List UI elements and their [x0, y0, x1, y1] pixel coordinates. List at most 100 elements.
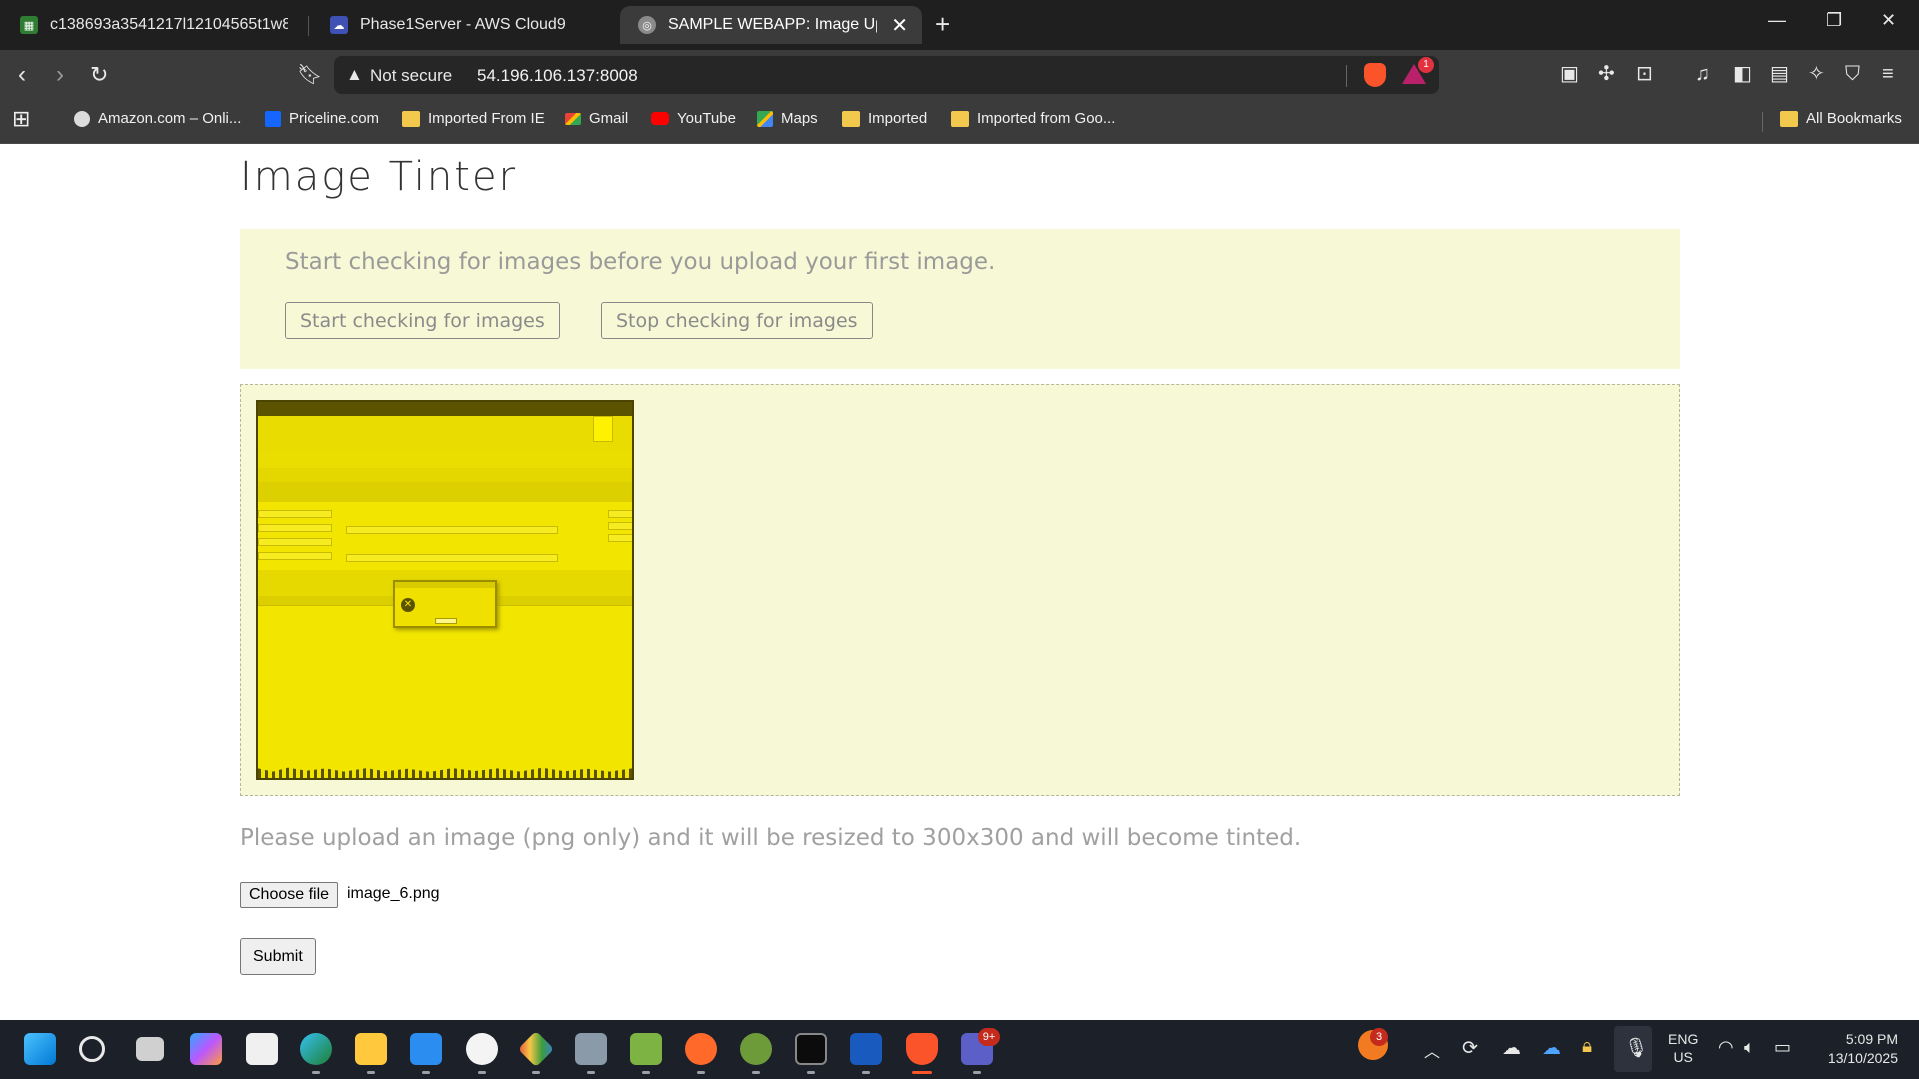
cloud-warning-icon[interactable]: ☁ — [1502, 1037, 1521, 1060]
volume-icon[interactable]: 🔈︎ — [1744, 1037, 1755, 1058]
brave-taskbar-icon[interactable] — [906, 1033, 938, 1065]
turtle-app-icon[interactable] — [740, 1033, 772, 1065]
sidebar-icon[interactable]: ◧ — [1733, 63, 1752, 85]
reader-icon[interactable]: ⊡ — [1636, 63, 1653, 85]
start-checking-button[interactable]: Start checking for images — [285, 302, 560, 339]
running-indicator — [862, 1071, 870, 1074]
bookmark-label: Gmail — [589, 110, 629, 127]
restore-icon[interactable]: ❐ — [1826, 10, 1842, 31]
postman-icon[interactable] — [685, 1033, 717, 1065]
task-view-icon[interactable] — [136, 1037, 164, 1061]
minimize-icon[interactable]: — — [1768, 10, 1786, 31]
thumb-field — [258, 538, 332, 546]
choose-file-button[interactable]: Choose file — [240, 882, 339, 908]
taskbar: 9+ 3 ︿ ⟳ ☁ ☁ 🔒︎ 🎙︎ ENG US ◠ 🔈︎ ▭ 5:09 PM… — [0, 1020, 1919, 1079]
address-divider — [1346, 65, 1347, 87]
page-title: Image Tinter — [240, 154, 518, 200]
youtube-icon — [651, 112, 669, 125]
tab-c138693[interactable]: ▦ c138693a3541217l12104565t1w8002 — [2, 6, 302, 44]
git-tool-icon[interactable] — [517, 1030, 555, 1068]
search-icon[interactable] — [79, 1036, 105, 1062]
leo-ai-icon[interactable]: ✧ — [1808, 63, 1825, 85]
extensions-icon[interactable]: ✣ — [1598, 63, 1615, 85]
close-tab-icon[interactable]: ✕ — [891, 13, 908, 38]
menu-icon[interactable]: ≡ — [1882, 63, 1894, 85]
thumb-field — [258, 552, 332, 560]
running-indicator — [642, 1071, 650, 1074]
clock-time: 5:09 PM — [1845, 1031, 1898, 1047]
wifi-icon[interactable]: ◠ — [1718, 1037, 1734, 1058]
thumb-band — [258, 482, 632, 502]
apps-grid-icon[interactable]: ⊞ — [12, 106, 30, 132]
bookmark-youtube[interactable]: YouTube — [651, 110, 736, 127]
extension-agent-icon[interactable]: ▣ — [1560, 63, 1579, 85]
thumb-dialog-title — [395, 582, 495, 588]
bookmark-imported-from-google[interactable]: Imported from Goo... — [951, 110, 1115, 127]
thumb-toolbar — [258, 416, 632, 452]
edge-icon[interactable] — [300, 1033, 332, 1065]
word-icon[interactable] — [850, 1033, 882, 1065]
reload-icon[interactable]: ↻ — [90, 62, 108, 88]
address-bar[interactable]: ▲ Not secure 54.196.106.137:8008 1 — [334, 56, 1439, 94]
toolbar: ‹ › ↻ 🔖︎ ▲ Not secure 54.196.106.137:800… — [0, 50, 1919, 100]
tab-title: SAMPLE WEBAPP: Image Upload — [668, 16, 877, 33]
bookmarks-divider — [1762, 112, 1763, 132]
app-window-icon[interactable] — [575, 1033, 607, 1065]
bookmark-amazon[interactable]: Amazon.com – Onli... — [74, 110, 241, 127]
new-tab-icon[interactable]: + — [935, 10, 950, 38]
folder-icon — [402, 110, 420, 127]
stop-checking-button[interactable]: Stop checking for images — [601, 302, 873, 339]
bookmark-maps[interactable]: Maps — [757, 110, 818, 127]
warning-icon[interactable]: ▲ — [346, 65, 363, 85]
bookmark-imported-from-ie[interactable]: Imported From IE — [402, 110, 545, 127]
show-hidden-icons-chevron-up-icon[interactable]: ︿ — [1424, 1038, 1440, 1062]
folder-icon — [842, 110, 860, 127]
language-indicator[interactable]: ENG US — [1668, 1030, 1698, 1066]
all-bookmarks[interactable]: All Bookmarks — [1780, 110, 1902, 127]
globe-icon — [74, 110, 90, 127]
bookmark-icon[interactable]: 🔖︎ — [297, 62, 322, 88]
teams-badge: 9+ — [978, 1028, 1000, 1046]
running-indicator — [697, 1071, 705, 1074]
bookmark-priceline[interactable]: Priceline.com — [265, 110, 379, 127]
notepad-icon[interactable] — [410, 1033, 442, 1065]
bookmarks-bar: ⊞ Amazon.com – Onli... Priceline.com Imp… — [0, 100, 1919, 144]
cloud9-favicon-icon: ☁ — [330, 16, 348, 34]
maps-icon — [757, 110, 773, 127]
clock[interactable]: 5:09 PM 13/10/2025 — [1818, 1030, 1898, 1068]
notification-badge: 3 — [1370, 1028, 1388, 1046]
forward-icon[interactable]: › — [56, 62, 64, 88]
back-icon[interactable]: ‹ — [18, 62, 26, 88]
start-windows-icon[interactable] — [24, 1033, 56, 1065]
security-lock-icon[interactable]: 🔒︎ — [1582, 1036, 1592, 1058]
bookmark-imported[interactable]: Imported — [842, 110, 927, 127]
running-indicator — [312, 1071, 320, 1074]
submit-button[interactable]: Submit — [240, 938, 316, 975]
vpn-shield-icon[interactable]: ⛉ — [1845, 63, 1860, 85]
security-label[interactable]: Not secure — [370, 66, 452, 86]
file-explorer-icon[interactable] — [355, 1033, 387, 1065]
tab-title: c138693a3541217l12104565t1w8002 — [50, 16, 288, 33]
url-text[interactable]: 54.196.106.137:8008 — [477, 66, 638, 86]
terminal-icon[interactable] — [795, 1033, 827, 1065]
running-indicator — [367, 1071, 375, 1074]
tab-sample-webapp[interactable]: ◎ SAMPLE WEBAPP: Image Upload ✕ — [620, 6, 922, 44]
tinted-image-thumbnail[interactable]: ✕ — [256, 400, 634, 780]
image-editor-icon[interactable] — [630, 1033, 662, 1065]
media-icon[interactable]: ♫ — [1695, 63, 1710, 85]
bookmark-gmail[interactable]: Gmail — [565, 110, 628, 127]
microphone-muted-icon[interactable]: 🎙︎ — [1624, 1036, 1648, 1060]
bookmark-label: Priceline.com — [289, 110, 380, 127]
pgadmin-icon[interactable] — [466, 1033, 498, 1065]
store-icon[interactable] — [246, 1033, 278, 1065]
wallet-icon[interactable]: ▤ — [1770, 63, 1789, 85]
brave-shields-icon[interactable] — [1364, 63, 1386, 87]
onedrive-icon[interactable]: ☁ — [1542, 1037, 1561, 1060]
close-window-icon[interactable]: ✕ — [1881, 10, 1896, 31]
upload-instructions: Please upload an image (png only) and it… — [240, 825, 1302, 851]
sync-icon[interactable]: ⟳ — [1462, 1037, 1478, 1060]
battery-icon[interactable]: ▭ — [1774, 1037, 1791, 1058]
thumb-torn-edge — [258, 767, 632, 778]
tab-cloud9[interactable]: ☁ Phase1Server - AWS Cloud9 — [312, 6, 612, 44]
copilot-icon[interactable] — [190, 1033, 222, 1065]
